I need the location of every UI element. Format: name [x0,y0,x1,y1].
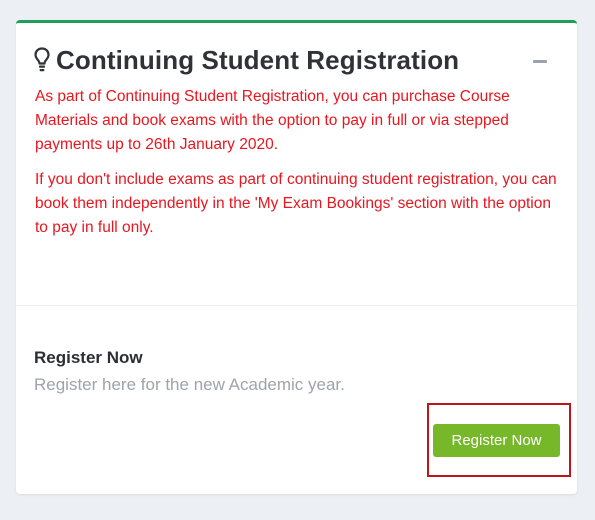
registration-notice: As part of Continuing Student Registrati… [35,85,559,251]
register-now-button[interactable]: Register Now [433,424,560,457]
register-description: Register here for the new Academic year. [34,375,345,394]
lightbulb-icon [34,47,50,72]
minus-icon[interactable] [533,55,547,67]
notice-paragraph: As part of Continuing Student Registrati… [35,88,510,153]
notice-paragraph: If you don't include exams as part of co… [35,171,557,236]
register-heading: Register Now [34,348,143,367]
card-title: Continuing Student Registration [56,44,460,75]
card-header: Continuing Student Registration [33,43,557,77]
divider [16,305,577,306]
continuing-registration-card: Continuing Student Registration As part … [16,20,577,494]
